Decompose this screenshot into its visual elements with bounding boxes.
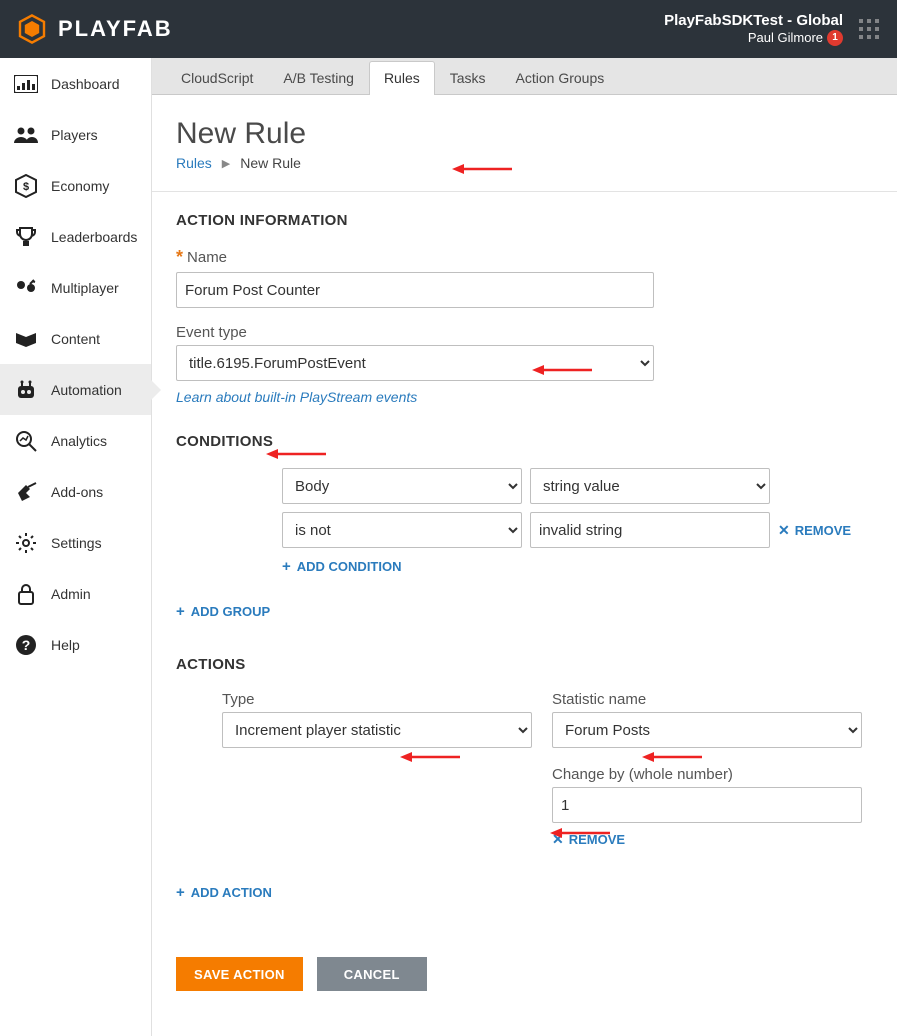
change-by-input[interactable] [552, 787, 862, 823]
topbar: PLAYFAB PlayFabSDKTest - Global Paul Gil… [0, 0, 897, 58]
tabbar: CloudScript A/B Testing Rules Tasks Acti… [152, 58, 897, 95]
leaderboards-icon [13, 226, 39, 248]
sidebar-item-label: Add-ons [51, 484, 103, 500]
name-label: Name [187, 249, 227, 266]
stat-name-select[interactable]: Forum Posts [552, 712, 862, 748]
sidebar-item-economy[interactable]: $ Economy [0, 160, 151, 211]
tab-rules[interactable]: Rules [369, 61, 435, 95]
breadcrumb-root[interactable]: Rules [176, 155, 212, 171]
sidebar-item-addons[interactable]: Add-ons [0, 466, 151, 517]
section-conditions: CONDITIONS [176, 433, 873, 450]
addons-icon [13, 481, 39, 503]
plus-icon: + [282, 558, 291, 575]
help-icon: ? [13, 634, 39, 656]
sidebar-item-analytics[interactable]: Analytics [0, 415, 151, 466]
multiplayer-icon [13, 278, 39, 298]
svg-text:$: $ [23, 181, 29, 193]
sidebar-item-automation[interactable]: Automation [0, 364, 151, 415]
main: CloudScript A/B Testing Rules Tasks Acti… [152, 58, 897, 1036]
admin-icon [13, 582, 39, 606]
action-type-select[interactable]: Increment player statistic [222, 712, 532, 748]
sidebar-item-multiplayer[interactable]: Multiplayer [0, 262, 151, 313]
sidebar-item-label: Help [51, 637, 80, 653]
close-icon: ✕ [778, 522, 790, 539]
sidebar-item-label: Leaderboards [51, 229, 137, 245]
dashboard-icon [13, 75, 39, 93]
plus-icon: + [176, 884, 185, 901]
sidebar-item-players[interactable]: Players [0, 109, 151, 160]
notification-badge[interactable]: 1 [827, 30, 843, 46]
breadcrumb-current: New Rule [240, 155, 301, 171]
content: New Rule Rules ▶ New Rule ACTION INFORMA… [152, 95, 897, 1025]
stat-name-label: Statistic name [552, 691, 646, 708]
add-condition-button[interactable]: + ADD CONDITION [282, 558, 873, 575]
remove-action-button[interactable]: ✕ REMOVE [552, 831, 862, 848]
close-icon: ✕ [552, 831, 564, 848]
logo-icon [16, 13, 48, 45]
cancel-button[interactable]: CANCEL [317, 957, 427, 991]
user-area: PlayFabSDKTest - Global Paul Gilmore 1 [664, 12, 881, 46]
tab-actiongroups[interactable]: Action Groups [501, 61, 620, 95]
analytics-icon [13, 429, 39, 453]
brand-text: PLAYFAB [58, 16, 173, 42]
sidebar-item-label: Economy [51, 178, 109, 194]
sidebar-item-label: Players [51, 127, 98, 143]
sidebar-item-dashboard[interactable]: Dashboard [0, 58, 151, 109]
section-action-info: ACTION INFORMATION [176, 212, 873, 229]
add-group-button[interactable]: + ADD GROUP [176, 603, 873, 620]
economy-icon: $ [13, 174, 39, 198]
sidebar-item-label: Settings [51, 535, 102, 551]
automation-icon [13, 380, 39, 400]
tab-cloudscript[interactable]: CloudScript [166, 61, 268, 95]
breadcrumb: Rules ▶ New Rule [176, 155, 873, 171]
sidebar: Dashboard Players $ Economy Leaderboards… [0, 58, 152, 1036]
sidebar-item-content[interactable]: Content [0, 313, 151, 364]
required-icon: * [176, 247, 183, 268]
condition-field-select[interactable]: Body [282, 468, 522, 504]
help-link[interactable]: Learn about built-in PlayStream events [176, 389, 417, 405]
players-icon [13, 126, 39, 144]
sidebar-item-label: Automation [51, 382, 122, 398]
save-button[interactable]: SAVE ACTION [176, 957, 303, 991]
user-name[interactable]: Paul Gilmore 1 [664, 30, 843, 46]
section-actions: ACTIONS [176, 656, 873, 673]
change-by-label: Change by (whole number) [552, 766, 733, 783]
settings-icon [13, 532, 39, 554]
remove-condition-button[interactable]: ✕ REMOVE [778, 522, 851, 539]
condition-valuetype-select[interactable]: string value [530, 468, 770, 504]
content-icon [13, 329, 39, 349]
sidebar-item-leaderboards[interactable]: Leaderboards [0, 211, 151, 262]
sidebar-item-admin[interactable]: Admin [0, 568, 151, 619]
sidebar-item-settings[interactable]: Settings [0, 517, 151, 568]
brand[interactable]: PLAYFAB [16, 13, 173, 45]
event-label: Event type [176, 324, 247, 341]
sidebar-item-label: Content [51, 331, 100, 347]
event-select[interactable]: title.6195.ForumPostEvent [176, 345, 654, 381]
sidebar-item-label: Dashboard [51, 76, 120, 92]
condition-operator-select[interactable]: is not [282, 512, 522, 548]
apps-grid-icon[interactable] [857, 17, 881, 41]
action-type-label: Type [222, 691, 255, 708]
page-title: New Rule [176, 117, 873, 151]
tab-abtesting[interactable]: A/B Testing [268, 61, 369, 95]
sidebar-item-label: Admin [51, 586, 91, 602]
sidebar-item-label: Multiplayer [51, 280, 119, 296]
sidebar-item-help[interactable]: ? Help [0, 619, 151, 670]
name-input[interactable] [176, 272, 654, 308]
plus-icon: + [176, 603, 185, 620]
add-action-button[interactable]: + ADD ACTION [176, 884, 873, 901]
tab-tasks[interactable]: Tasks [435, 61, 501, 95]
sidebar-item-label: Analytics [51, 433, 107, 449]
chevron-right-icon: ▶ [222, 157, 230, 170]
condition-value-input[interactable] [530, 512, 770, 548]
svg-text:?: ? [22, 637, 31, 653]
title-name[interactable]: PlayFabSDKTest - Global [664, 12, 843, 30]
